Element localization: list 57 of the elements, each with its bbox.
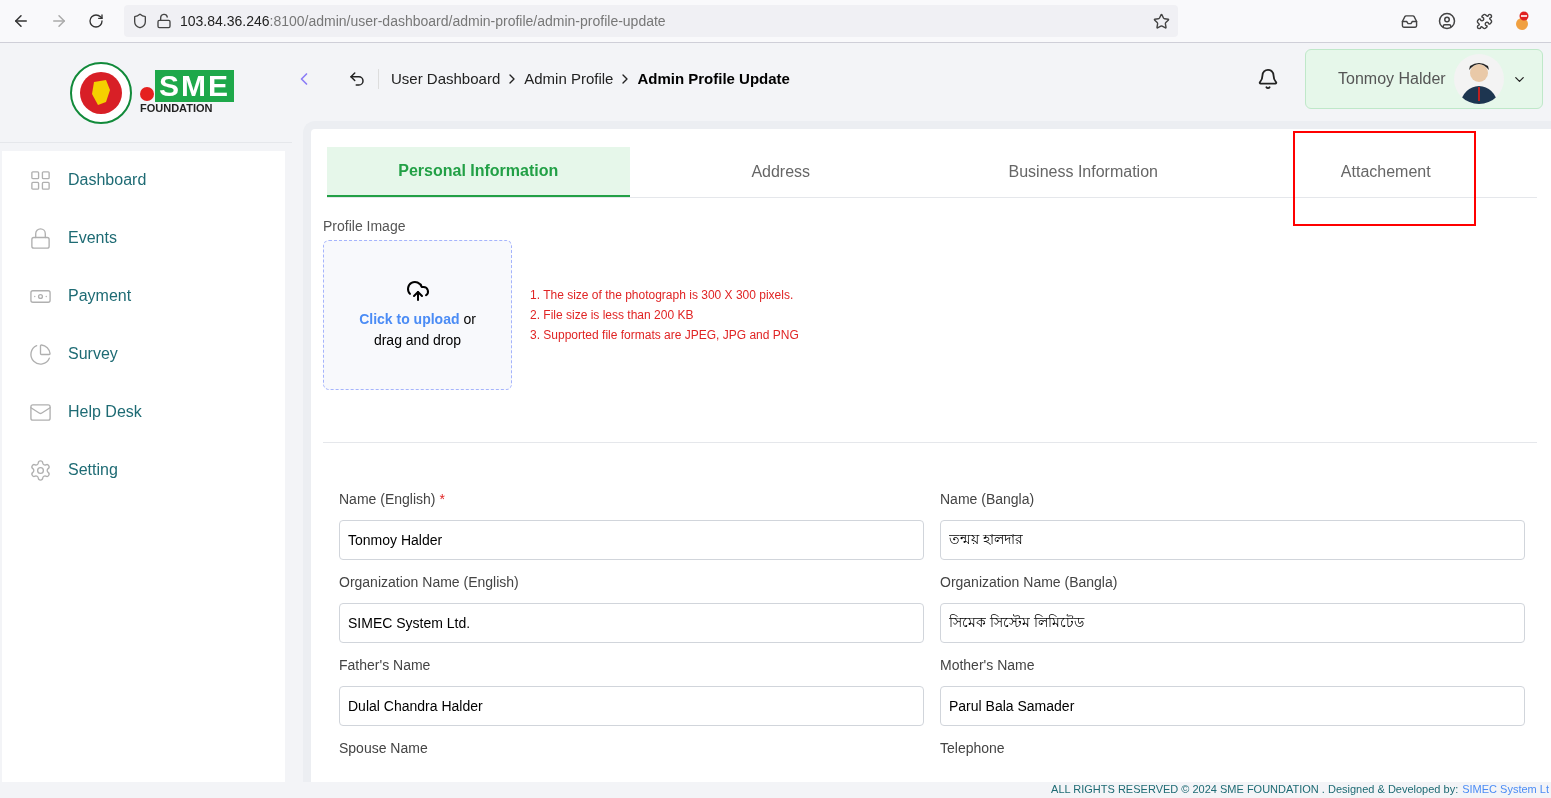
tab[interactable]: Business Information (932, 147, 1235, 197)
pie-chart-icon (29, 342, 52, 366)
undo-icon[interactable] (348, 70, 366, 88)
text-field[interactable]: Parul Bala Samader (940, 686, 1525, 726)
upload-rule: 1. The size of the photograph is 300 X 300 pixels. (530, 287, 795, 304)
shield-icon (132, 13, 148, 29)
extension-icon[interactable] (1513, 11, 1531, 31)
tab[interactable]: Address (629, 147, 932, 197)
lock-icon (29, 226, 52, 250)
breadcrumb-item[interactable]: Admin Profile (524, 67, 614, 91)
field-label: Organization Name (English) (339, 574, 519, 590)
settings-icon (29, 458, 52, 482)
field-label: Name (Bangla) (940, 491, 1035, 507)
grid-icon (29, 168, 52, 192)
reload-icon[interactable] (88, 13, 104, 29)
sidebar-item[interactable]: Setting (2, 441, 285, 499)
field-label: Spouse Name (339, 740, 428, 756)
field-label: Father's Name (339, 657, 431, 673)
upload-text: or (463, 311, 476, 327)
notification-bell-icon[interactable] (1257, 68, 1279, 90)
text-field[interactable]: Tonmoy Halder (339, 520, 924, 560)
tab[interactable]: Attachement (1234, 147, 1537, 197)
field-label: Mother's Name (940, 657, 1035, 673)
logo-subtitle: FOUNDATION (140, 102, 213, 115)
address-bar[interactable]: 103.84.36.246:8100/admin/user-dashboard/admin-profile/admin-profile-update (124, 5, 1178, 37)
back-icon[interactable] (12, 12, 30, 30)
avatar (1453, 54, 1504, 104)
required-mark: * (439, 491, 445, 507)
user-menu[interactable]: Tonmoy Halder (1305, 49, 1543, 109)
upload-text: drag and drop (373, 331, 462, 350)
text-field[interactable]: SIMEC System Ltd. (339, 603, 924, 643)
insecure-lock-icon (156, 13, 172, 29)
emblem-icon (70, 61, 132, 124)
text-field[interactable]: Dulal Chandra Halder (339, 686, 924, 726)
sidebar-item[interactable]: Survey (2, 325, 285, 383)
breadcrumb-item[interactable]: User Dashboard (391, 67, 501, 91)
bookmark-star-icon[interactable] (1153, 12, 1170, 30)
field-label: Organization Name (Bangla) (940, 574, 1118, 590)
sidebar-item[interactable]: Help Desk (2, 383, 285, 441)
sidebar-item[interactable]: Dashboard (2, 151, 285, 209)
sidebar-item[interactable]: Events (2, 209, 285, 267)
url-text: 103.84.36.246:8100/admin/user-dashboard/admin-profile/admin-profile-update (180, 11, 666, 31)
field-label: Telephone (940, 740, 1005, 756)
upload-rule: 3. Supported file formats are JPEG, JPG and PNG (530, 327, 799, 344)
footer-text: ALL RIGHTS RESERVED © 2024 SME FOUNDATION . Designed & Developed by: (1051, 782, 1459, 796)
logo-mark: SME (155, 70, 234, 102)
upload-cloud-icon (405, 279, 430, 303)
field-label: Name (English) (339, 491, 436, 507)
account-icon[interactable] (1438, 12, 1456, 30)
breadcrumb-item: Admin Profile Update (637, 68, 790, 89)
section-label: Profile Image (323, 217, 407, 236)
sidebar-item[interactable]: Payment (2, 267, 285, 325)
text-field[interactable]: তন্ময় হালদার (940, 520, 1525, 560)
upload-dropzone[interactable]: Click to upload or drag and drop (323, 240, 512, 390)
upload-rule: 2. File size is less than 200 KB (530, 307, 695, 324)
text-field[interactable]: সিমেক সিস্টেম লিমিটেড (940, 603, 1525, 643)
extensions-icon[interactable] (1476, 12, 1493, 30)
